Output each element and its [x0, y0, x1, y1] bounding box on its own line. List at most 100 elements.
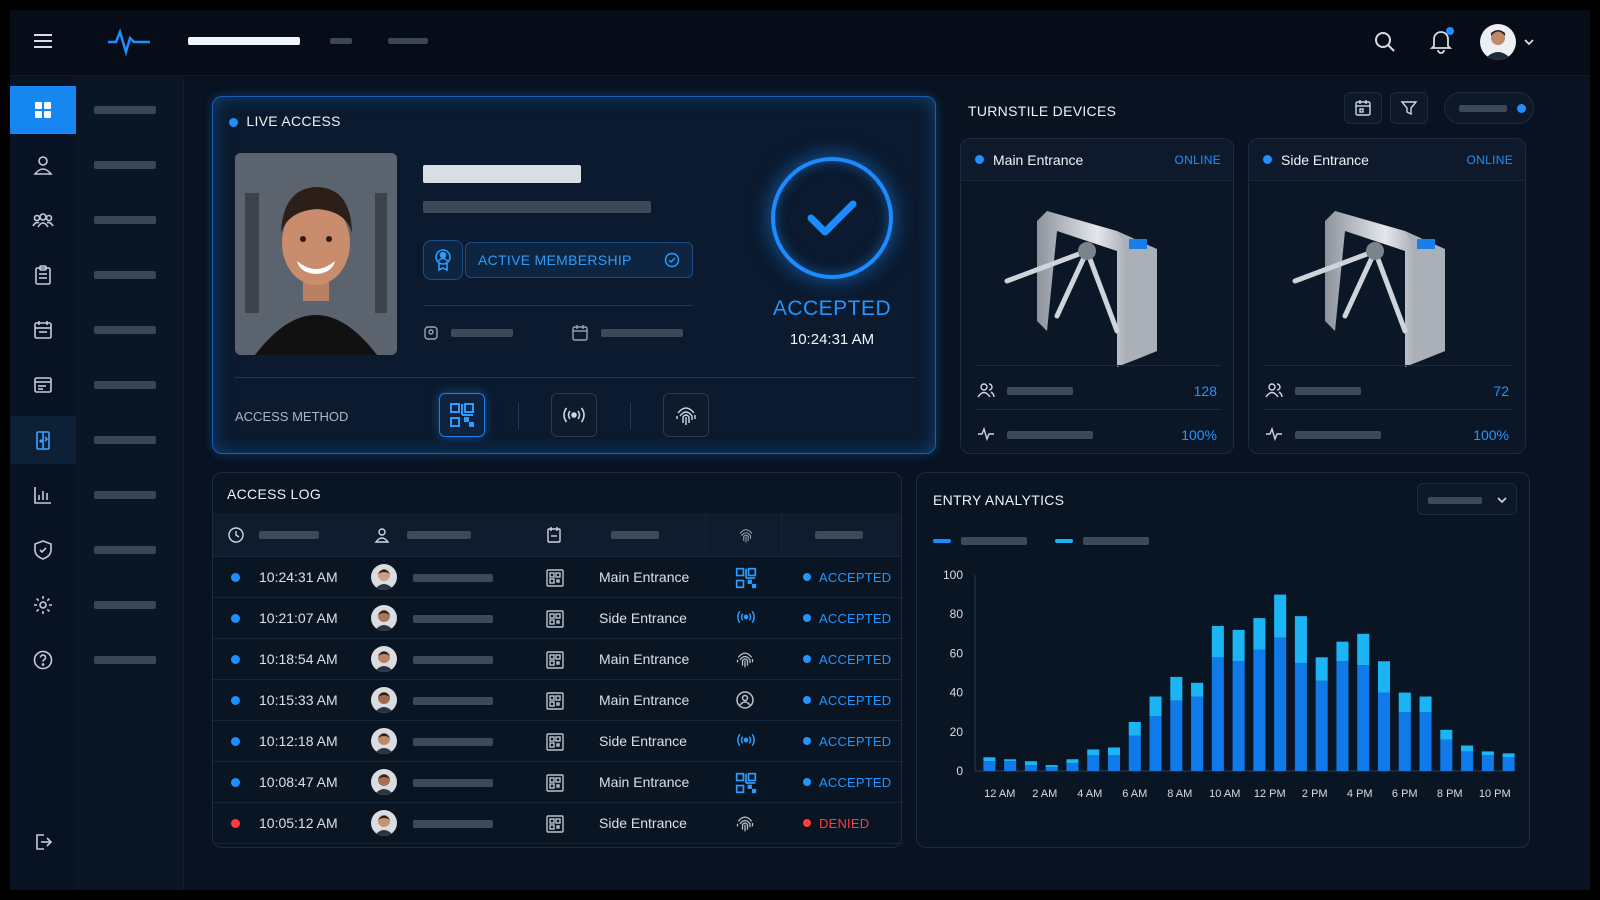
bar-segment	[1336, 661, 1349, 771]
qr-code-icon	[545, 773, 565, 796]
users-icon	[1265, 383, 1283, 398]
x-tick-label: 8 PM	[1437, 788, 1463, 800]
calendar-small-icon	[571, 324, 589, 347]
sub-nav-item[interactable]	[94, 216, 156, 224]
range-dropdown-placeholder	[1428, 497, 1482, 504]
search-icon[interactable]	[1373, 30, 1397, 59]
nav-tab[interactable]	[388, 38, 428, 44]
avatar[interactable]	[1480, 24, 1516, 60]
nav-billing[interactable]	[10, 361, 76, 409]
nav-access[interactable]	[10, 416, 76, 464]
sub-nav-item[interactable]	[94, 161, 156, 169]
pulse-icon	[978, 426, 994, 442]
chart-title: ENTRY ANALYTICS	[933, 492, 1065, 508]
help-icon	[33, 650, 53, 670]
filter-icon	[1400, 101, 1418, 116]
column-header-gate[interactable]	[611, 531, 659, 539]
bar-segment	[1211, 657, 1224, 771]
nav-dashboard[interactable]	[10, 86, 76, 134]
sub-nav-item[interactable]	[94, 106, 156, 114]
divider	[975, 409, 1221, 410]
column-divider	[781, 513, 782, 557]
column-header-status[interactable]	[815, 531, 863, 539]
bar-segment	[1066, 763, 1079, 771]
bar-segment	[1107, 747, 1121, 756]
table-row[interactable]: 10:18:54 AM Main Entrance ACCEPTED	[213, 639, 903, 680]
y-tick-label: 60	[950, 646, 964, 660]
fingerprint-icon	[739, 529, 753, 543]
row-status-dot	[231, 819, 240, 828]
table-row[interactable]: 10:24:31 AM Main Entrance ACCEPTED	[213, 557, 903, 598]
chevron-down-icon[interactable]	[1522, 35, 1536, 54]
menu-icon[interactable]	[32, 30, 54, 52]
row-member-placeholder	[413, 574, 493, 582]
range-dropdown[interactable]	[1417, 483, 1517, 515]
y-tick-label: 40	[950, 686, 964, 700]
nav-tab-active[interactable]	[188, 37, 300, 45]
pulse-logo-icon[interactable]	[106, 26, 152, 57]
device-card-main[interactable]: Main Entrance ONLINE 128 100%	[960, 138, 1234, 454]
bar-segment	[1149, 716, 1162, 771]
bar-segment	[1004, 759, 1017, 762]
calendar-filter-button[interactable]	[1344, 92, 1382, 124]
x-tick-label: 2 AM	[1032, 788, 1057, 800]
method-fingerprint-button[interactable]	[663, 393, 709, 437]
method-qr-button[interactable]	[439, 393, 485, 437]
nav-security[interactable]	[10, 526, 76, 574]
bar-segment	[983, 757, 996, 762]
row-status-dot	[231, 655, 240, 664]
bar-segment	[983, 761, 996, 771]
nav-members[interactable]	[10, 141, 76, 189]
nav-schedule[interactable]	[10, 306, 76, 354]
sub-nav-item[interactable]	[94, 656, 156, 664]
device-card-side[interactable]: Side Entrance ONLINE 72 100%	[1248, 138, 1526, 454]
table-row[interactable]: 10:12:18 AM Side Entrance ACCEPTED	[213, 721, 903, 762]
qr-code-icon	[545, 609, 565, 632]
nav-tasks[interactable]	[10, 251, 76, 299]
qr-code-icon	[545, 814, 565, 837]
nav-analytics[interactable]	[10, 471, 76, 519]
rfid-icon	[735, 731, 757, 752]
method-rfid-button[interactable]	[551, 393, 597, 437]
bar-segment	[1398, 712, 1411, 771]
membership-label: ACTIVE MEMBERSHIP	[478, 252, 632, 268]
card-icon	[34, 377, 52, 393]
bar-segment	[1502, 757, 1515, 771]
column-header-time[interactable]	[259, 531, 319, 539]
table-row[interactable]: 10:21:07 AM Side Entrance ACCEPTED	[213, 598, 903, 639]
column-header-member[interactable]	[407, 531, 471, 539]
calendar-icon	[1355, 100, 1371, 116]
bar-segment	[1191, 696, 1204, 771]
table-row[interactable]: 10:08:47 AM Main Entrance ACCEPTED	[213, 762, 903, 803]
sub-nav-item[interactable]	[94, 381, 156, 389]
nav-help[interactable]	[10, 636, 76, 684]
nav-logout[interactable]	[10, 818, 76, 866]
row-time: 10:24:31 AM	[259, 569, 338, 585]
row-time: 10:18:54 AM	[259, 651, 338, 667]
nav-settings[interactable]	[10, 581, 76, 629]
log-header	[213, 513, 901, 557]
bar-segment	[1274, 594, 1287, 638]
sub-nav-item[interactable]	[94, 491, 156, 499]
bar-segment	[1004, 761, 1017, 771]
x-tick-label: 4 PM	[1347, 788, 1373, 800]
device-toggle[interactable]	[1444, 92, 1534, 124]
sub-nav-item[interactable]	[94, 436, 156, 444]
member-name-placeholder	[423, 165, 581, 183]
row-status: ACCEPTED	[819, 570, 892, 585]
bar-segment	[1066, 759, 1079, 764]
sub-nav-item[interactable]	[94, 546, 156, 554]
user-icon	[33, 156, 53, 175]
nav-tab[interactable]	[330, 38, 352, 44]
sub-nav-item[interactable]	[94, 326, 156, 334]
nav-groups[interactable]	[10, 196, 76, 244]
table-row[interactable]: 10:15:33 AM Main Entrance ACCEPTED	[213, 680, 903, 721]
row-gate: Main Entrance	[599, 774, 690, 790]
sub-nav-item[interactable]	[94, 601, 156, 609]
row-status-bullet	[803, 614, 811, 622]
bell-icon[interactable]	[1428, 27, 1454, 59]
table-row[interactable]: 10:05:12 AM Side Entrance DENIED	[213, 803, 903, 844]
row-time: 10:05:12 AM	[259, 815, 338, 831]
filter-button[interactable]	[1390, 92, 1428, 124]
sub-nav-item[interactable]	[94, 271, 156, 279]
